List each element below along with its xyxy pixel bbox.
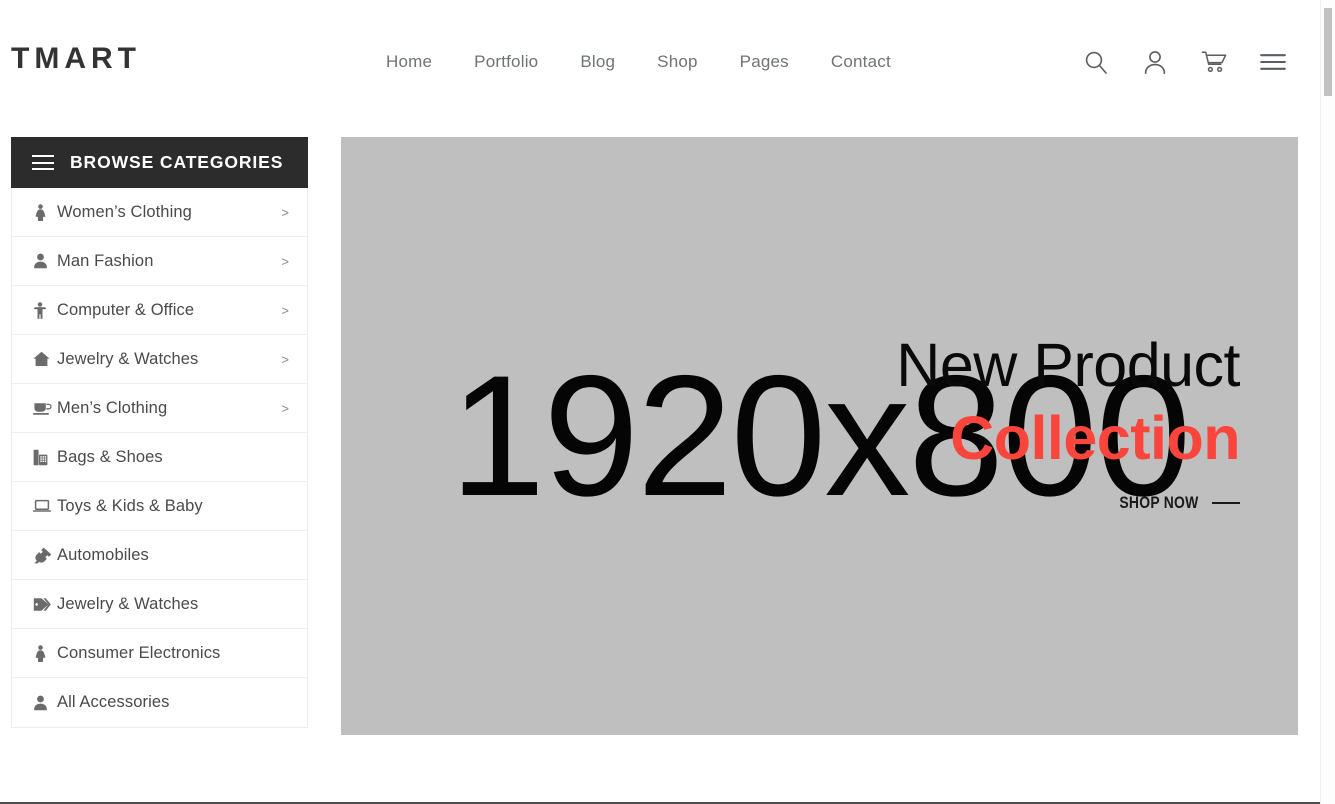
category-item-jewelry-watches[interactable]: Jewelry & Watches > [12, 335, 307, 384]
fax-machine-icon [33, 449, 57, 466]
nav-item-pages[interactable]: Pages [719, 50, 810, 74]
search-icon[interactable] [1082, 46, 1110, 78]
power-plug-icon [33, 547, 57, 564]
hero-headline-line2: Collection [950, 404, 1240, 472]
category-list: Women’s Clothing > Man Fashion > Compute… [11, 188, 308, 728]
nav-item-home[interactable]: Home [386, 50, 453, 74]
dash-icon [1212, 502, 1240, 504]
price-tag-icon [33, 597, 57, 612]
category-label: Men’s Clothing [57, 398, 168, 417]
home-icon [33, 351, 57, 367]
category-label: Man Fashion [57, 251, 154, 270]
user-icon [33, 695, 57, 711]
chevron-right-icon: > [281, 204, 289, 220]
header-icon-group [1082, 46, 1287, 78]
category-label: Automobiles [57, 545, 149, 564]
category-label: Toys & Kids & Baby [57, 496, 203, 515]
category-item-toys-kids-baby[interactable]: Toys & Kids & Baby [12, 482, 307, 531]
female-figure-icon [33, 203, 57, 221]
page-root: TMART Home Portfolio Blog Shop Pages Con… [0, 0, 1335, 804]
hero-content: New Product Collection SHOP NOW [640, 333, 1240, 513]
category-item-computer-office[interactable]: Computer & Office > [12, 286, 307, 335]
category-item-jewelry-watches-2[interactable]: Jewelry & Watches [12, 580, 307, 629]
nav-item-contact[interactable]: Contact [810, 50, 912, 74]
shop-now-label: SHOP NOW [1119, 493, 1199, 512]
category-item-womens-clothing[interactable]: Women’s Clothing > [12, 188, 307, 237]
category-label: Computer & Office [57, 300, 195, 319]
category-item-mens-clothing[interactable]: Men’s Clothing > [12, 384, 307, 433]
category-label: Women’s Clothing [57, 202, 192, 221]
female-figure-icon [33, 644, 57, 662]
chevron-right-icon: > [281, 253, 289, 269]
laptop-icon [33, 499, 57, 513]
hamburger-menu-icon[interactable] [1259, 46, 1287, 78]
category-item-all-accessories[interactable]: All Accessories [12, 678, 307, 727]
category-item-man-fashion[interactable]: Man Fashion > [12, 237, 307, 286]
category-label: All Accessories [57, 693, 170, 711]
hamburger-menu-icon [32, 155, 54, 170]
child-figure-icon [33, 301, 57, 319]
category-item-bags-shoes[interactable]: Bags & Shoes [12, 433, 307, 482]
nav-item-shop[interactable]: Shop [636, 50, 719, 74]
user-icon [33, 253, 57, 269]
user-account-icon[interactable] [1141, 46, 1169, 78]
site-header: TMART Home Portfolio Blog Shop Pages Con… [0, 0, 1320, 125]
shopping-cart-icon[interactable] [1200, 46, 1228, 78]
browse-categories-header[interactable]: BROWSE CATEGORIES [11, 137, 308, 188]
shop-now-button[interactable]: SHOP NOW [640, 493, 1240, 513]
chevron-right-icon: > [281, 302, 289, 318]
vertical-scrollbar-track[interactable] [1320, 0, 1335, 804]
category-label: Bags & Shoes [57, 447, 163, 466]
nav-item-blog[interactable]: Blog [559, 50, 636, 74]
coffee-cup-icon [33, 401, 57, 416]
category-label: Jewelry & Watches [57, 594, 199, 613]
hero-headline-line1: New Product [896, 331, 1240, 399]
chevron-right-icon: > [281, 400, 289, 416]
chevron-right-icon: > [281, 351, 289, 367]
browse-categories-title: BROWSE CATEGORIES [70, 152, 284, 172]
site-logo[interactable]: TMART [11, 44, 141, 74]
nav-item-portfolio[interactable]: Portfolio [453, 50, 559, 74]
category-item-automobiles[interactable]: Automobiles [12, 531, 307, 580]
browse-categories-sidebar: BROWSE CATEGORIES Women’s Clothing > Man… [11, 137, 308, 728]
category-item-consumer-electronics[interactable]: Consumer Electronics [12, 629, 307, 678]
category-label: Consumer Electronics [57, 643, 221, 662]
hero-banner[interactable]: 1920x800 New Product Collection SHOP NOW [341, 137, 1298, 735]
main-navigation: Home Portfolio Blog Shop Pages Contact [386, 50, 912, 74]
vertical-scrollbar-thumb[interactable] [1324, 8, 1332, 96]
category-label: Jewelry & Watches [57, 349, 199, 368]
